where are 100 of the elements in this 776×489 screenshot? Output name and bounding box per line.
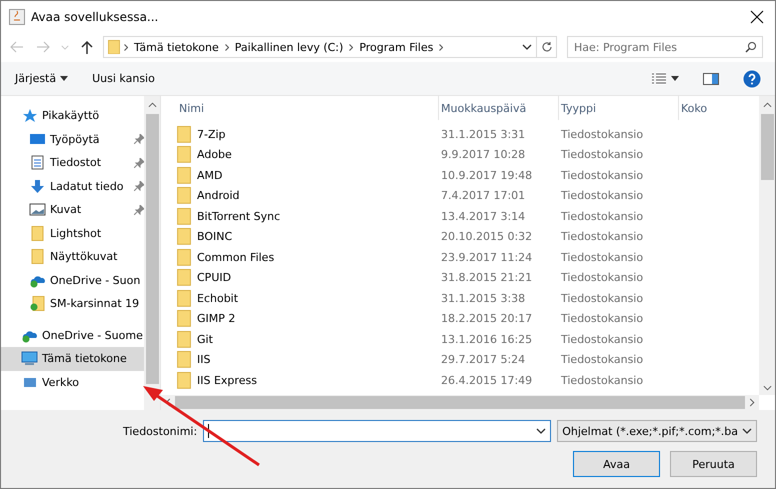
help-icon — [743, 70, 761, 88]
table-cell-text: Tiedostokansio — [560, 271, 644, 284]
file-name[interactable]: BitTorrent Sync — [177, 208, 439, 225]
table-cell-text: 9.9.2017 10:28 — [440, 148, 526, 162]
file-name[interactable]: Android — [177, 187, 439, 204]
table-cell-text: 31.8.2015 21:21 — [440, 271, 534, 284]
sidebar-item[interactable]: OneDrive - Suome — [1, 324, 144, 347]
table-cell-text: Tiedostokansio — [560, 189, 644, 202]
scrollbar-thumb[interactable] — [146, 114, 158, 384]
column-header[interactable]: Nimi — [177, 96, 439, 120]
folder-icon — [177, 310, 191, 328]
folder-icon — [29, 226, 46, 241]
chevron-down-icon — [742, 428, 752, 434]
table-cell-text: Tiedostokansio — [560, 168, 644, 182]
search-field[interactable]: Hae: Program Files — [567, 36, 763, 58]
table-cell-text: 13.1.2016 16:25 — [440, 332, 534, 346]
pin-icon — [134, 158, 144, 168]
sidebar-item[interactable]: Kuvat — [1, 198, 144, 222]
file-name[interactable]: IIS — [177, 351, 439, 368]
folder-icon — [177, 248, 191, 266]
folder-icon — [177, 228, 191, 246]
chevron-right-icon — [439, 44, 444, 50]
breadcrumb[interactable]: Tämä tietokone — [132, 40, 221, 54]
file-name[interactable]: IIS Express — [177, 372, 439, 389]
folder-icon — [29, 249, 46, 264]
folder-icon — [177, 330, 191, 348]
table-cell-text: 31.1.2015 3:31 — [440, 128, 526, 141]
file-name[interactable]: Echobit — [177, 290, 439, 307]
open-button[interactable]: Avaa — [573, 451, 660, 477]
table-cell-text: 31.1.2015 3:38 — [440, 292, 526, 305]
folder-icon — [177, 146, 191, 164]
table-cell-text: Tiedostokansio — [560, 312, 644, 326]
organize-menu-button[interactable]: Järjestä — [11, 70, 72, 87]
sidebar-item[interactable]: Näyttökuvat — [1, 245, 144, 268]
filename-field[interactable] — [203, 420, 552, 442]
horizontal-scrollbar[interactable] — [161, 395, 759, 410]
table-cell-text: 13.4.2017 3:14 — [440, 210, 526, 223]
sidebar-item[interactable]: Pikakäyttö — [1, 104, 144, 128]
table-cell-text: 29.7.2017 5:24 — [440, 353, 526, 366]
sidebar-item[interactable]: OneDrive - Suon — [1, 268, 144, 292]
table-cell-text: 10.9.2017 19:48 — [440, 168, 534, 182]
breadcrumb[interactable]: Program Files — [357, 40, 436, 54]
scrollbar[interactable] — [759, 96, 775, 395]
file-name[interactable]: CPUID — [177, 269, 439, 286]
breadcrumb[interactable]: Paikallinen levy (C:) — [232, 40, 346, 54]
file-name[interactable]: GIMP 2 — [177, 310, 439, 328]
sidebar-item[interactable]: Lightshot — [1, 222, 144, 245]
pictures-icon — [29, 202, 46, 218]
chevron-down-icon — [522, 44, 532, 50]
folder-icon — [177, 166, 191, 184]
folder-icon — [177, 126, 191, 143]
table-cell-text: Tiedostokansio — [560, 148, 644, 162]
table-cell-text: Tiedostokansio — [560, 210, 644, 223]
chevron-right-icon — [349, 44, 354, 50]
folder-icon — [108, 40, 120, 54]
file-name[interactable]: 7-Zip — [177, 126, 439, 143]
address-bar[interactable]: Tämä tietokone Paikallinen levy (C:) Program Files — [103, 36, 557, 58]
forward-arrow-icon — [36, 41, 50, 53]
filename-label: Tiedostonimi: — [122, 424, 198, 438]
file-name[interactable]: Common Files — [177, 248, 439, 266]
table-cell-text: Tiedostokansio — [560, 230, 644, 244]
sidebar-item[interactable]: Tämä tietokone — [1, 347, 144, 370]
preview-pane-icon — [703, 72, 719, 84]
app-icon — [9, 8, 25, 24]
table-cell-text: 26.4.2015 17:49 — [440, 374, 534, 387]
scrollbar-thumb[interactable] — [175, 396, 745, 409]
dropdown-triangle-icon — [671, 76, 679, 81]
document-icon — [29, 155, 46, 170]
scrollbar[interactable] — [144, 96, 160, 410]
desktop-icon — [29, 132, 46, 147]
refresh-icon — [540, 41, 552, 53]
sidebar-item[interactable]: Tiedostot — [1, 151, 144, 174]
column-header[interactable]: Muokkauspäivä — [439, 96, 559, 120]
file-name[interactable]: BOINC — [177, 228, 439, 246]
dropdown-triangle-icon — [60, 76, 68, 81]
table-cell-text: 20.10.2015 0:32 — [440, 230, 534, 244]
new-folder-button[interactable]: Uusi kansio — [88, 70, 159, 87]
folder-icon — [177, 351, 191, 368]
file-name[interactable]: Adobe — [177, 146, 439, 164]
computer-icon — [21, 351, 38, 366]
folder-icon — [177, 269, 191, 286]
pin-icon — [134, 204, 144, 215]
sidebar-item[interactable]: Ladatut tiedo — [1, 174, 144, 198]
star-icon — [21, 108, 38, 124]
table-cell-text: 23.9.2017 11:24 — [440, 250, 534, 264]
table-cell-text: Tiedostokansio — [560, 332, 644, 346]
table-cell-text: 7.4.2017 17:01 — [440, 189, 526, 202]
cancel-button[interactable]: Peruuta — [670, 451, 757, 477]
scrollbar-thumb[interactable] — [760, 114, 774, 180]
folder-icon — [177, 372, 191, 389]
file-type-dropdown[interactable]: Ohjelmat (*.exe;*.pif;*.com;*.ba — [557, 420, 757, 442]
file-name[interactable]: AMD — [177, 166, 439, 184]
chevron-right-icon — [124, 44, 128, 50]
sidebar-item[interactable]: SM-karsinnat 19 — [1, 292, 144, 316]
column-header[interactable]: Tyyppi — [559, 96, 679, 120]
sidebar-item[interactable]: Työpöytä — [1, 128, 144, 151]
file-name[interactable]: Git — [177, 330, 439, 348]
table-cell-text: Tiedostokansio — [560, 353, 644, 366]
sidebar-item[interactable]: Verkko — [1, 370, 144, 394]
back-arrow-icon — [10, 41, 24, 53]
